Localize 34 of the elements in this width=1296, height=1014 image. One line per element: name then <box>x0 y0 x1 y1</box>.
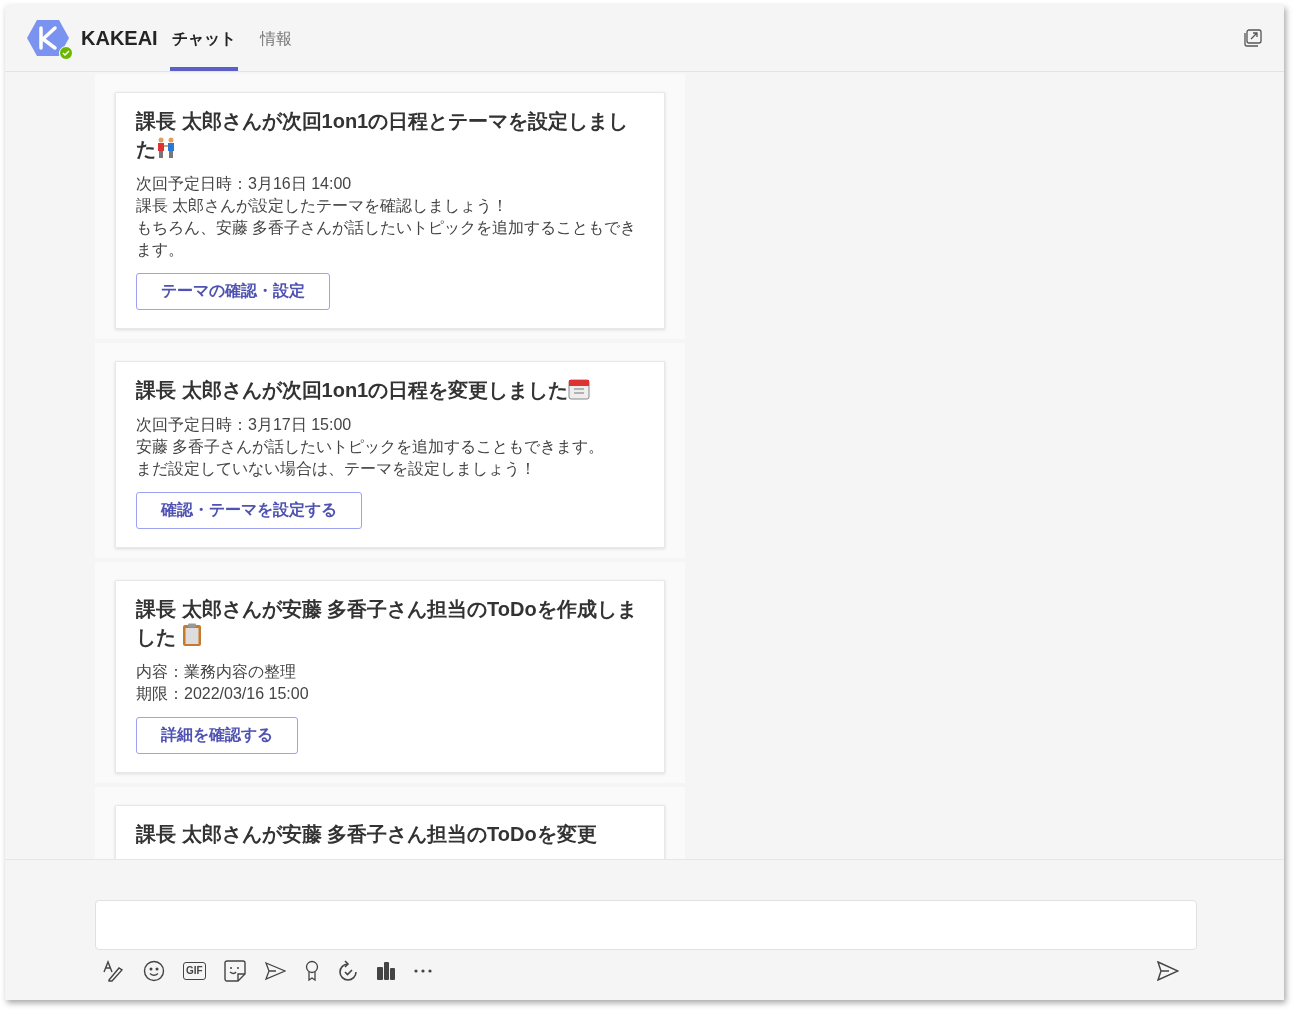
sticker-icon[interactable] <box>223 960 246 982</box>
app-name: KAKEAI <box>81 26 158 50</box>
message-text: 次回予定日時：3月16日 14:00 <box>136 174 353 194</box>
action-button[interactable]: 確認・テーマを設定する <box>136 492 362 529</box>
message-title: 課長 太郎さんが安藤 多香子さん担当のToDoを作成しました <box>136 597 638 650</box>
action-button[interactable]: テーマの確認・設定 <box>136 273 330 310</box>
status-check-icon <box>59 46 73 60</box>
emoji-icon[interactable] <box>143 960 165 982</box>
message-text: 次回予定日時：3月17日 15:00 <box>136 415 353 435</box>
apps-icon[interactable] <box>375 961 396 981</box>
message-text: 期限：2022/03/16 15:00 <box>136 684 310 704</box>
message-text: まだ設定していない場合は、テーマを設定しましょう！ <box>136 459 537 479</box>
message-title: 課長 太郎さんが次回1on1の日程を変更しました <box>136 376 644 404</box>
clipboard-icon <box>182 623 202 647</box>
format-icon[interactable] <box>103 960 125 982</box>
message-text: 内容：業務内容の整理 <box>136 662 297 682</box>
message-text: 安藤 多香子さんが話したいトピックを追加することもできます。 <box>136 437 606 457</box>
message-text: もちろん、安藤 多香子さんが話したいトピックを追加することもできます。 <box>136 218 638 260</box>
calendar-icon <box>568 378 591 400</box>
gif-button[interactable]: GIF <box>183 962 206 980</box>
app-logo-icon <box>27 18 71 58</box>
refresh-icon[interactable] <box>337 960 358 982</box>
send-icon[interactable] <box>1157 961 1179 981</box>
pop-out-icon[interactable] <box>1244 29 1262 47</box>
message-title: 課長 太郎さんが次回1on1の日程とテーマを設定しました <box>136 109 630 162</box>
message-input-field[interactable] <box>95 900 1197 950</box>
more-icon[interactable] <box>413 969 432 973</box>
message-title: 課長 太郎さんが安藤 多香子さん担当のToDoを変更 <box>136 822 598 847</box>
two-people-icon <box>156 137 176 159</box>
ribbon-icon[interactable] <box>303 960 320 982</box>
tab[interactable]: 情報 <box>257 5 294 71</box>
paper-plane-icon[interactable] <box>263 960 286 982</box>
message-text: 課長 太郎さんが設定したテーマを確認しましょう！ <box>136 196 510 216</box>
action-button[interactable]: 詳細を確認する <box>136 717 298 754</box>
